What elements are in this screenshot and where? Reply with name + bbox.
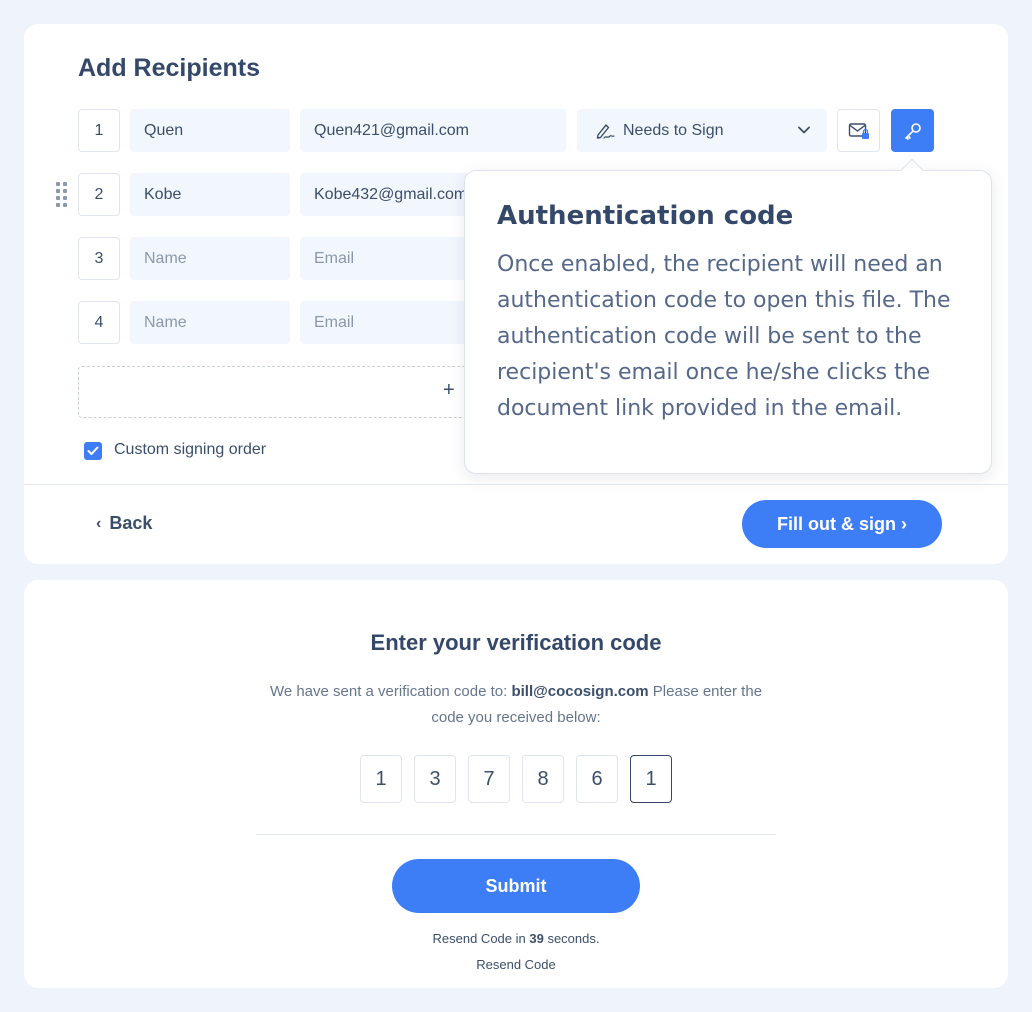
verification-description: We have sent a verification code to: bil… (256, 679, 776, 731)
check-icon (87, 446, 99, 455)
fill-out-and-sign-button[interactable]: Fill out & sign › (742, 500, 942, 548)
code-digit-3[interactable]: 7 (468, 755, 510, 803)
tooltip-body: Once enabled, the recipient will need an… (497, 252, 951, 421)
recipient-email-field[interactable]: Quen421@gmail.com (300, 109, 566, 152)
submit-button[interactable]: Submit (392, 859, 640, 913)
chevron-down-icon (798, 126, 810, 134)
role-label: Needs to Sign (623, 121, 724, 139)
resend-seconds: 39 (529, 931, 544, 946)
code-digit-6[interactable]: 1 (630, 755, 672, 803)
recipient-row-1: 1 Quen Quen421@gmail.com Needs to Sign (78, 109, 958, 152)
page-title: Add Recipients (78, 54, 260, 82)
recipient-index: 1 (78, 109, 120, 152)
mail-lock-button[interactable] (837, 109, 880, 152)
tooltip-title: Authentication code (497, 201, 794, 231)
verification-card: Enter your verification code We have sen… (24, 580, 1008, 988)
code-digit-2[interactable]: 3 (414, 755, 456, 803)
description-prefix: We have sent a verification code to: (269, 683, 512, 700)
recipient-index: 3 (78, 237, 120, 280)
resend-countdown: Resend Code in 39 seconds. (24, 931, 1008, 946)
code-inputs: 1 3 7 8 6 1 (360, 755, 672, 803)
authentication-tooltip: Authentication code Once enabled, the re… (464, 158, 992, 474)
drag-handle-icon[interactable] (56, 182, 68, 208)
back-button[interactable]: ‹ Back (96, 513, 152, 534)
back-label: Back (109, 513, 153, 533)
recipient-name-field[interactable]: Name (130, 237, 290, 280)
code-digit-4[interactable]: 8 (522, 755, 564, 803)
pen-signature-icon (596, 123, 615, 139)
mail-lock-icon (848, 122, 869, 139)
key-icon (904, 122, 921, 140)
code-digit-5[interactable]: 6 (576, 755, 618, 803)
resend-code-link[interactable]: Resend Code (24, 957, 1008, 972)
role-dropdown[interactable]: Needs to Sign (577, 109, 827, 152)
recipient-email: bill@cocosign.com (511, 683, 649, 700)
recipient-name-field[interactable]: Quen (130, 109, 290, 152)
footer-divider (24, 484, 1008, 485)
recipient-index: 4 (78, 301, 120, 344)
verification-divider (256, 834, 776, 835)
custom-signing-order-label: Custom signing order (114, 441, 267, 458)
custom-signing-order-checkbox[interactable] (84, 442, 102, 460)
recipient-name-field[interactable]: Name (130, 301, 290, 344)
verification-title: Enter your verification code (370, 630, 662, 655)
resend-suffix: seconds. (543, 931, 600, 946)
recipient-index: 2 (78, 173, 120, 216)
code-digit-1[interactable]: 1 (360, 755, 402, 803)
plus-icon: + (443, 379, 455, 401)
recipient-name-field[interactable]: Kobe (130, 173, 290, 216)
chevron-left-icon: ‹ (96, 514, 102, 532)
authentication-key-button[interactable] (891, 109, 934, 152)
resend-prefix: Resend Code in (432, 931, 530, 946)
